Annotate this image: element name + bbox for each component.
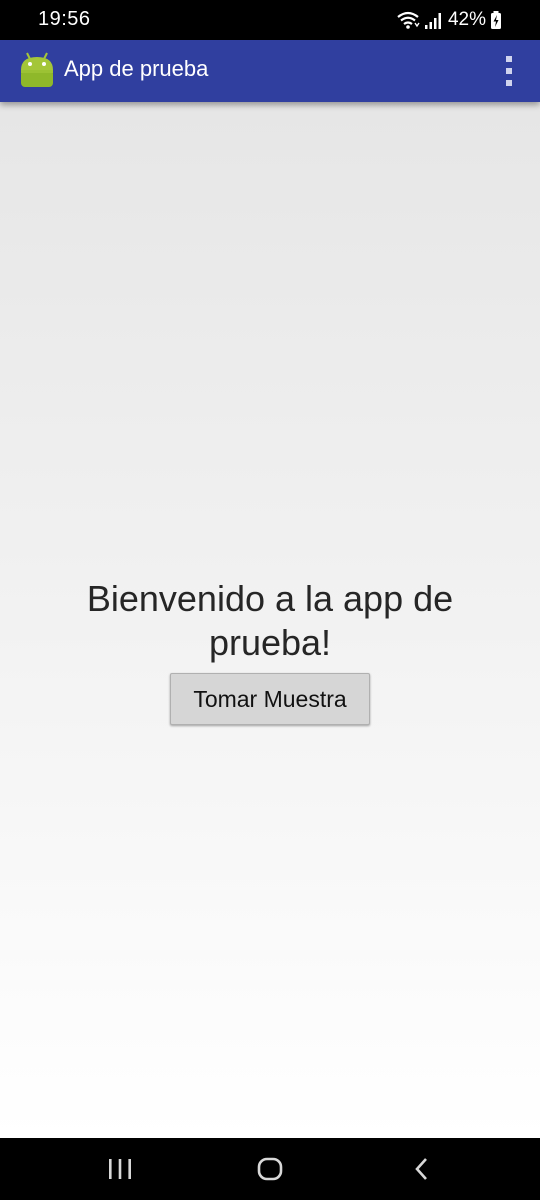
back-icon[interactable] xyxy=(407,1154,437,1184)
overflow-menu-icon[interactable] xyxy=(504,56,514,86)
wifi-icon xyxy=(397,11,420,29)
welcome-message: Bienvenido a la app de prueba! xyxy=(86,578,454,663)
status-icons: 42% xyxy=(396,8,502,32)
take-sample-button[interactable]: Tomar Muestra xyxy=(170,673,370,725)
android-icon xyxy=(21,52,53,87)
battery-charging-icon xyxy=(491,11,501,29)
navigation-bar xyxy=(0,1138,540,1200)
battery-percent: 42% xyxy=(447,9,486,30)
status-time: 19:56 xyxy=(38,8,91,30)
main-content: Bienvenido a la app de prueba! Tomar Mue… xyxy=(0,102,540,1138)
status-bar: 19:56 42% xyxy=(0,0,540,40)
app-bar: App de prueba xyxy=(0,40,540,102)
app-title: App de prueba xyxy=(64,56,209,81)
home-icon[interactable] xyxy=(255,1154,285,1184)
signal-icon xyxy=(424,13,441,29)
recent-apps-icon[interactable] xyxy=(105,1154,135,1184)
